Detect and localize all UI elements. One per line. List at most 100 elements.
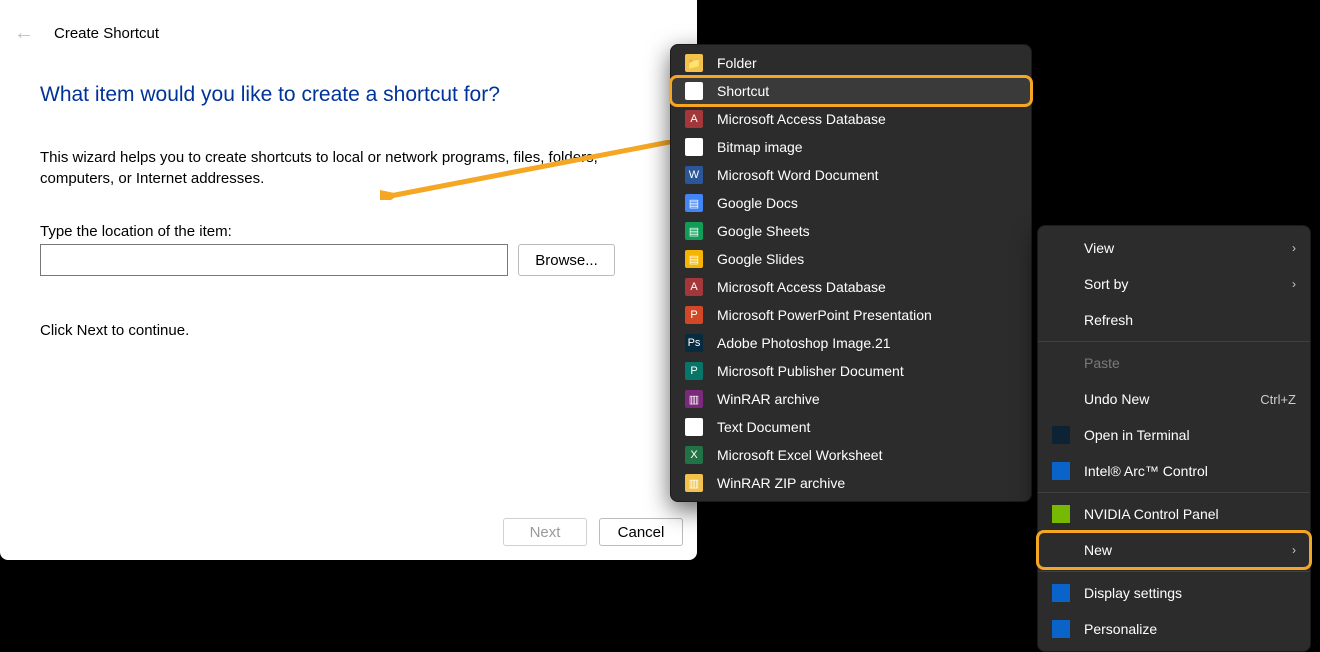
new-submenu-item-word[interactable]: W Microsoft Word Document xyxy=(671,161,1031,189)
new-submenu-item-label: WinRAR ZIP archive xyxy=(717,475,845,491)
context-menu-item-view[interactable]: View › xyxy=(1038,230,1310,266)
new-submenu-item-pub[interactable]: P Microsoft Publisher Document xyxy=(671,357,1031,385)
new-submenu-item-label: Microsoft PowerPoint Presentation xyxy=(717,307,932,323)
location-input[interactable] xyxy=(40,244,508,276)
access2-icon: A xyxy=(685,278,703,296)
new-submenu-item-label: Microsoft Publisher Document xyxy=(717,363,904,379)
blank-icon xyxy=(1052,541,1070,559)
context-menu-item-nvidia-control-panel[interactable]: NVIDIA Control Panel xyxy=(1038,496,1310,532)
cancel-button[interactable]: Cancel xyxy=(599,518,683,546)
context-menu-item-new[interactable]: New › xyxy=(1038,532,1310,568)
new-submenu-item-label: Microsoft Excel Worksheet xyxy=(717,447,882,463)
blank-icon xyxy=(1052,354,1070,372)
new-submenu-item-label: Microsoft Access Database xyxy=(717,111,886,127)
context-menu-item-sort-by[interactable]: Sort by › xyxy=(1038,266,1310,302)
context-menu-separator xyxy=(1038,341,1310,342)
new-submenu-item-ppt[interactable]: P Microsoft PowerPoint Presentation xyxy=(671,301,1031,329)
new-submenu-item-winrar[interactable]: ▥ WinRAR archive xyxy=(671,385,1031,413)
context-menu-item-open-in-terminal[interactable]: Open in Terminal xyxy=(1038,417,1310,453)
wizard-heading: What item would you like to create a sho… xyxy=(40,83,657,107)
context-menu-item-label: Personalize xyxy=(1084,621,1296,637)
nvidia-icon xyxy=(1052,505,1070,523)
access-icon: A xyxy=(685,110,703,128)
wizard-description: This wizard helps you to create shortcut… xyxy=(40,147,600,189)
context-menu-item-display-settings[interactable]: Display settings xyxy=(1038,575,1310,611)
context-menu-item-label: Refresh xyxy=(1084,312,1296,328)
context-menu-item-undo-new[interactable]: Undo NewCtrl+Z xyxy=(1038,381,1310,417)
new-submenu-item-folder[interactable]: 📁 Folder xyxy=(671,49,1031,77)
new-submenu-item-txt[interactable]: ≡ Text Document xyxy=(671,413,1031,441)
arc-icon xyxy=(1052,462,1070,480)
new-submenu-item-gslides[interactable]: ▤ Google Slides xyxy=(671,245,1031,273)
zip-icon: ▥ xyxy=(685,474,703,492)
folder-icon: 📁 xyxy=(685,54,703,72)
context-menu-item-label: Open in Terminal xyxy=(1084,427,1296,443)
new-submenu-item-label: Google Docs xyxy=(717,195,798,211)
new-submenu-item-access[interactable]: A Microsoft Access Database xyxy=(671,105,1031,133)
context-menu-item-personalize[interactable]: Personalize xyxy=(1038,611,1310,647)
new-submenu-item-gdocs[interactable]: ▤ Google Docs xyxy=(671,189,1031,217)
new-submenu-item-label: Microsoft Word Document xyxy=(717,167,879,183)
context-menu-separator xyxy=(1038,492,1310,493)
new-submenu-item-label: Shortcut xyxy=(717,83,769,99)
personal-icon xyxy=(1052,620,1070,638)
location-field-label: Type the location of the item: xyxy=(40,223,657,240)
context-menu-item-intel-arc-control[interactable]: Intel® Arc™ Control xyxy=(1038,453,1310,489)
new-submenu-item-bitmap[interactable]: ▦ Bitmap image xyxy=(671,133,1031,161)
ps-icon: Ps xyxy=(685,334,703,352)
blank-icon xyxy=(1052,239,1070,257)
new-submenu-item-access2[interactable]: A Microsoft Access Database xyxy=(671,273,1031,301)
winrar-icon: ▥ xyxy=(685,390,703,408)
new-submenu-item-label: Microsoft Access Database xyxy=(717,279,886,295)
context-menu-item-label: View xyxy=(1084,240,1278,256)
context-menu-item-refresh[interactable]: Refresh xyxy=(1038,302,1310,338)
new-submenu-item-label: Text Document xyxy=(717,419,810,435)
new-submenu-item-zip[interactable]: ▥ WinRAR ZIP archive xyxy=(671,469,1031,497)
context-menu-item-label: Intel® Arc™ Control xyxy=(1084,463,1296,479)
new-submenu-item-gsheets[interactable]: ▤ Google Sheets xyxy=(671,217,1031,245)
new-submenu-item-ps[interactable]: Ps Adobe Photoshop Image.21 xyxy=(671,329,1031,357)
txt-icon: ≡ xyxy=(685,418,703,436)
create-shortcut-wizard: ← Create Shortcut What item would you li… xyxy=(0,0,697,560)
chevron-right-icon: › xyxy=(1292,277,1296,291)
chevron-right-icon: › xyxy=(1292,241,1296,255)
new-submenu: 📁 Folder ↗ Shortcut A Microsoft Access Databa… xyxy=(670,44,1032,502)
context-menu-item-label: Display settings xyxy=(1084,585,1296,601)
new-submenu-item-label: Bitmap image xyxy=(717,139,803,155)
new-submenu-item-shortcut[interactable]: ↗ Shortcut xyxy=(671,77,1031,105)
ppt-icon: P xyxy=(685,306,703,324)
new-submenu-item-label: WinRAR archive xyxy=(717,391,820,407)
shortcut-icon: ↗ xyxy=(685,82,703,100)
pub-icon: P xyxy=(685,362,703,380)
new-submenu-item-label: Adobe Photoshop Image.21 xyxy=(717,335,891,351)
bitmap-icon: ▦ xyxy=(685,138,703,156)
new-submenu-item-label: Google Slides xyxy=(717,251,804,267)
gdocs-icon: ▤ xyxy=(685,194,703,212)
new-submenu-item-label: Google Sheets xyxy=(717,223,810,239)
desktop-context-menu: View › Sort by › Refresh Paste Undo NewCtrl+Z O… xyxy=(1037,225,1311,652)
browse-button[interactable]: Browse... xyxy=(518,244,615,276)
new-submenu-item-excel[interactable]: X Microsoft Excel Worksheet xyxy=(671,441,1031,469)
context-menu-item-label: Undo New xyxy=(1084,391,1246,407)
word-icon: W xyxy=(685,166,703,184)
back-arrow-icon[interactable]: ← xyxy=(14,22,34,45)
context-menu-separator xyxy=(1038,571,1310,572)
blank-icon xyxy=(1052,390,1070,408)
blank-icon xyxy=(1052,311,1070,329)
chevron-right-icon: › xyxy=(1292,543,1296,557)
blank-icon xyxy=(1052,275,1070,293)
context-menu-item-label: New xyxy=(1084,542,1278,558)
gslides-icon: ▤ xyxy=(685,250,703,268)
next-button: Next xyxy=(503,518,587,546)
display-icon xyxy=(1052,584,1070,602)
new-submenu-item-label: Folder xyxy=(717,55,757,71)
context-menu-item-label: NVIDIA Control Panel xyxy=(1084,506,1296,522)
context-menu-item-paste: Paste xyxy=(1038,345,1310,381)
continue-hint: Click Next to continue. xyxy=(40,322,657,339)
gsheets-icon: ▤ xyxy=(685,222,703,240)
terminal-icon xyxy=(1052,426,1070,444)
wizard-title-small: Create Shortcut xyxy=(54,25,159,42)
excel-icon: X xyxy=(685,446,703,464)
context-menu-item-label: Paste xyxy=(1084,355,1296,371)
context-menu-item-label: Sort by xyxy=(1084,276,1278,292)
